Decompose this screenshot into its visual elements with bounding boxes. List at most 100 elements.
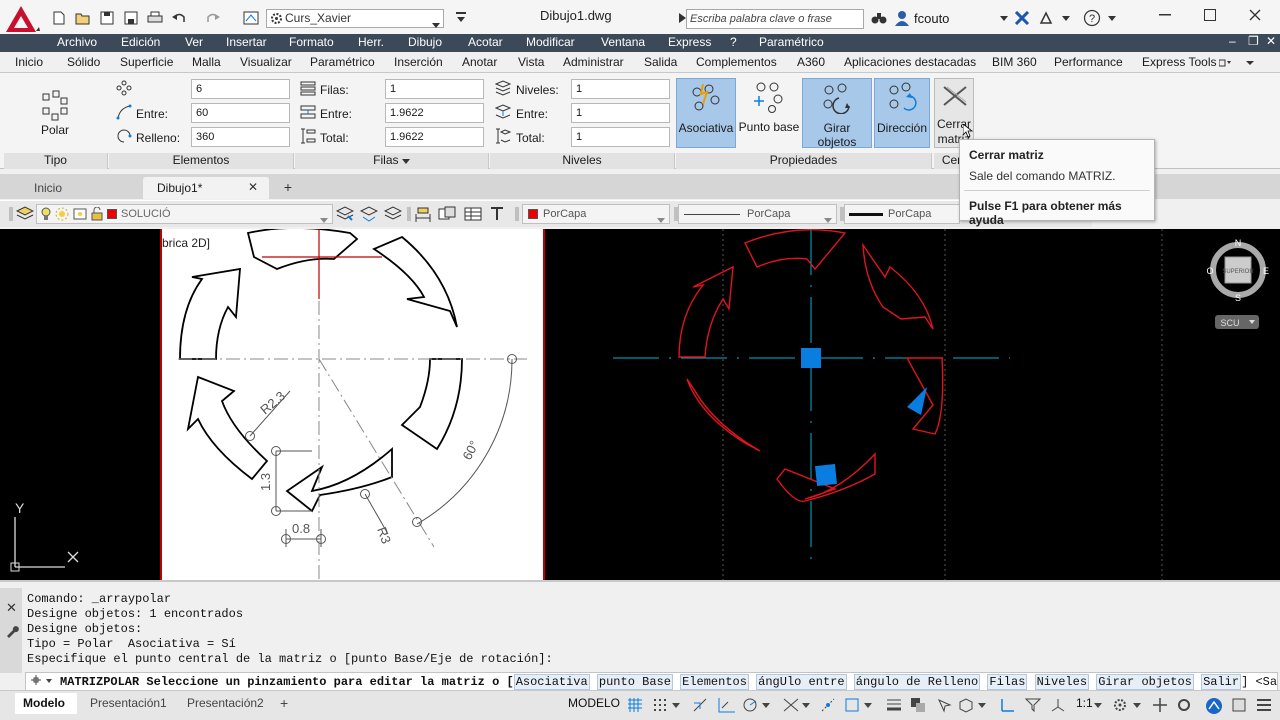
rows-total-field[interactable]: 1.9622 xyxy=(385,127,484,147)
table-style-icon[interactable] xyxy=(464,206,482,222)
chevron-down-icon[interactable] xyxy=(802,697,812,713)
chevron-down-icon[interactable] xyxy=(978,697,988,713)
layout-tab-model[interactable]: Modelo xyxy=(15,693,77,714)
gizmo-icon[interactable] xyxy=(1050,697,1068,713)
selection-filter-icon[interactable] xyxy=(1024,697,1043,713)
undo-icon[interactable] xyxy=(170,9,188,27)
tab-vista[interactable]: Vista xyxy=(518,55,544,69)
menu-minimize-icon[interactable]: – xyxy=(1229,34,1236,48)
cmd-option-angulo-entre[interactable]: ángUlo entre xyxy=(756,674,847,690)
items-fill-field[interactable]: 360 xyxy=(191,127,290,147)
open-file-icon[interactable] xyxy=(74,9,92,27)
redo-icon[interactable] xyxy=(204,9,222,27)
wrench-icon[interactable] xyxy=(5,624,19,641)
doc-tab-inicio[interactable]: Inicio xyxy=(20,177,140,199)
levels-between-field[interactable]: 1 xyxy=(571,103,670,123)
application-menu-button[interactable] xyxy=(4,4,42,34)
polar-type-button[interactable]: Polar xyxy=(4,78,106,148)
viewcube[interactable]: SUPERIOR N S O E SCU xyxy=(1203,237,1273,337)
close-array-button[interactable]: Cerrar matriz xyxy=(934,78,974,148)
tab-performance[interactable]: Performance xyxy=(1054,55,1123,69)
menu-express[interactable]: Express xyxy=(668,35,711,49)
items-between-field[interactable]: 60 xyxy=(191,103,290,123)
close-tab-icon[interactable]: ✕ xyxy=(248,180,258,194)
rows-between-field[interactable]: 1.9622 xyxy=(385,103,484,123)
chevron-down-icon[interactable] xyxy=(1094,697,1104,713)
save-icon[interactable] xyxy=(98,9,116,27)
object-snap-tracking-icon[interactable] xyxy=(820,697,838,713)
red-arrow-top[interactable] xyxy=(744,229,847,271)
rotate-items-button[interactable]: Girar objetos xyxy=(802,78,872,149)
menu-ver[interactable]: Ver xyxy=(185,35,203,49)
chevron-down-icon[interactable] xyxy=(672,697,682,713)
chevron-down-icon[interactable] xyxy=(1103,9,1121,27)
tab-parametrico[interactable]: Paramétrico xyxy=(310,55,375,69)
linetype-select[interactable]: PorCapa xyxy=(678,204,837,224)
polar-tracking-icon[interactable] xyxy=(742,697,760,713)
tab-complementos[interactable]: Complementos xyxy=(696,55,777,69)
associative-button[interactable]: Asociativa xyxy=(676,78,736,148)
menu-parametrico[interactable]: Paramétrico xyxy=(759,35,824,49)
grid-icon[interactable] xyxy=(627,697,645,713)
menu-acotar[interactable]: Acotar xyxy=(468,35,503,49)
infer-constraints-icon[interactable] xyxy=(692,697,710,713)
maximize-icon[interactable] xyxy=(1200,7,1220,23)
levels-total-field[interactable]: 1 xyxy=(571,127,670,147)
lineweight-icon[interactable] xyxy=(886,697,904,713)
tab-aplicaciones-destacadas[interactable]: Aplicaciones destacadas xyxy=(844,55,976,69)
tab-malla[interactable]: Malla xyxy=(192,55,221,69)
customize-statusbar-icon[interactable] xyxy=(1256,697,1274,713)
tab-administrar[interactable]: Administrar xyxy=(563,55,624,69)
close-window-icon[interactable] xyxy=(1245,7,1265,23)
cmd-option-elementos[interactable]: Elementos xyxy=(680,674,749,690)
tab-superficie[interactable]: Superficie xyxy=(120,55,173,69)
menu-dibujo[interactable]: Dibujo xyxy=(408,35,442,49)
print-icon[interactable] xyxy=(146,9,164,27)
layer-properties-icon[interactable] xyxy=(15,206,35,222)
close-command-icon[interactable]: ✕ xyxy=(6,600,17,616)
tab-a360[interactable]: A360 xyxy=(797,55,825,69)
cmd-option-filas[interactable]: Filas xyxy=(987,674,1028,690)
cmd-option-salir[interactable]: Salir xyxy=(1201,674,1242,690)
menu-insertar[interactable]: Insertar xyxy=(226,35,267,49)
menu-ventana[interactable]: Ventana xyxy=(601,35,645,49)
new-file-icon[interactable] xyxy=(50,9,68,27)
previous-layer-icon[interactable] xyxy=(383,206,403,222)
transparency-icon[interactable] xyxy=(910,697,928,713)
direction-button[interactable]: Dirección xyxy=(874,78,930,148)
object-snap-icon[interactable] xyxy=(844,697,862,713)
layer-select[interactable]: SOLUCIÓ xyxy=(36,204,333,224)
text-style-icon[interactable] xyxy=(488,206,506,222)
settings-gear-icon[interactable] xyxy=(1112,697,1130,713)
base-point-button[interactable]: Punto base xyxy=(737,78,801,148)
cmd-option-punto-base[interactable]: punto Base xyxy=(596,674,673,690)
isolate-objects-icon[interactable] xyxy=(1231,697,1249,713)
chevron-down-icon[interactable] xyxy=(1133,697,1143,713)
command-line-input[interactable]: MATRIZPOLAR Seleccione un pinzamiento pa… xyxy=(25,672,1278,692)
menu-formato[interactable]: Formato xyxy=(289,35,334,49)
tab-anotar[interactable]: Anotar xyxy=(462,55,497,69)
red-arrow-upper-right[interactable] xyxy=(862,242,934,330)
chevron-down-icon[interactable] xyxy=(864,697,874,713)
save-as-icon[interactable] xyxy=(122,9,140,27)
lineweight-select[interactable]: PorCapa xyxy=(844,204,960,224)
search-input[interactable]: Escriba palabra clave o frase xyxy=(686,9,864,29)
hardware-acceleration-icon[interactable] xyxy=(1205,697,1223,714)
snap-icon[interactable] xyxy=(652,697,670,713)
panel-title-filas[interactable]: Filas xyxy=(295,153,489,169)
cmd-option-angulo-relleno[interactable]: ángulo de Relleno xyxy=(853,674,981,690)
make-current-layer-icon[interactable] xyxy=(335,206,355,222)
ribbon-options-icon[interactable] xyxy=(1218,57,1231,71)
cmd-option-girar-objetos[interactable]: Girar objetos xyxy=(1096,674,1194,690)
user-icon[interactable] xyxy=(893,9,911,27)
cmd-option-niveles[interactable]: Niveles xyxy=(1034,674,1090,690)
tab-inicio[interactable]: Inicio xyxy=(15,55,43,69)
center-grip[interactable] xyxy=(801,348,821,368)
tab-express-tools[interactable]: Express Tools xyxy=(1142,55,1216,69)
dynamic-input-icon[interactable] xyxy=(718,697,736,713)
tab-solido[interactable]: Sólido xyxy=(67,55,100,69)
chevron-down-icon[interactable] xyxy=(995,9,1013,27)
chevron-down-icon[interactable] xyxy=(1057,9,1075,27)
layout-tab-presentacion2[interactable]: Presentación2 xyxy=(182,693,272,714)
menu-close-icon[interactable]: ✕ xyxy=(1266,34,1276,48)
